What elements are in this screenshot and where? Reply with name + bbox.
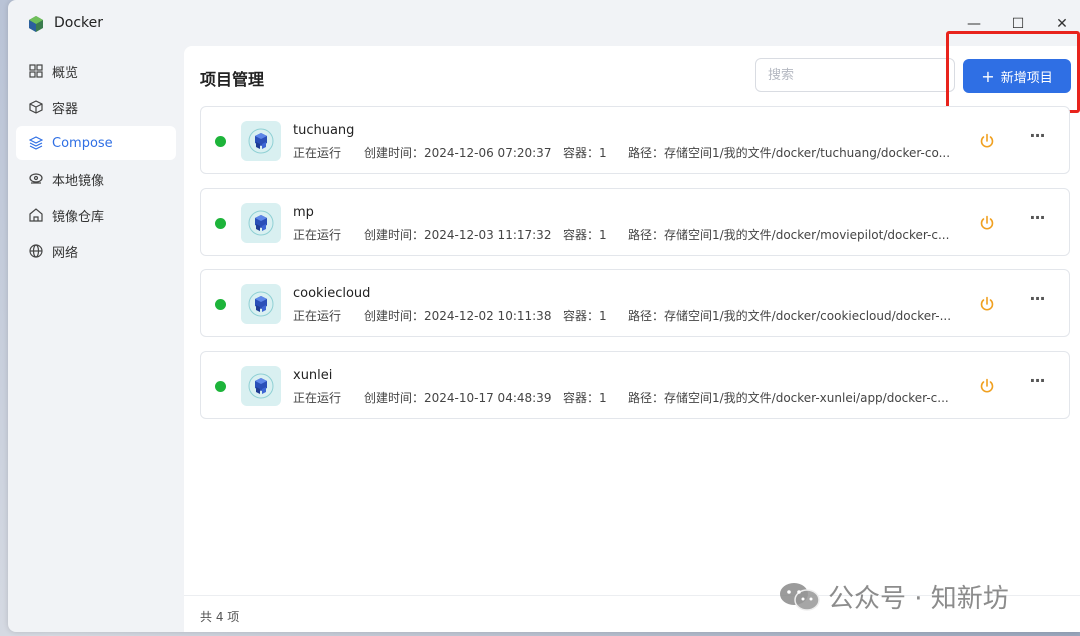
disk-icon: [28, 171, 44, 187]
project-card[interactable]: cookiecloud 正在运行 创建时间：2024-12-02 10:11:3…: [200, 269, 1070, 337]
main-panel: 项目管理 + 新增项目 tuchuang: [184, 31, 1080, 632]
sidebar-item-label: 容器: [52, 101, 79, 117]
sidebar-item-overview[interactable]: 概览: [16, 54, 176, 88]
title-bar: Docker — ☐ ✕: [8, 0, 1080, 46]
watermark-text: 公众号 · 知新坊: [828, 584, 1009, 614]
project-card[interactable]: tuchuang 正在运行 创建时间：2024-12-06 07:20:37 容…: [200, 106, 1070, 174]
running-status-dot: [215, 136, 226, 147]
more-options-icon[interactable]: ···: [1027, 372, 1047, 394]
power-icon[interactable]: [977, 213, 997, 233]
docker-app-icon: [26, 14, 46, 34]
compose-project-icon: [241, 202, 281, 243]
compose-project-icon: [241, 365, 281, 406]
project-container-count: 容器：1: [563, 309, 607, 323]
sidebar-item-label: Compose: [52, 135, 113, 151]
more-options-icon[interactable]: ···: [1027, 128, 1047, 149]
more-options-icon[interactable]: ···: [1027, 291, 1047, 312]
compose-project-icon: [241, 284, 281, 324]
project-card[interactable]: xunlei 正在运行 创建时间：2024-10-17 04:48:39 容器：…: [200, 350, 1070, 419]
grid-icon: [28, 63, 44, 79]
sidebar-item-local-images[interactable]: 本地镜像: [16, 162, 176, 196]
running-status-dot: [215, 299, 226, 310]
project-container-count: 容器：1: [563, 227, 607, 242]
power-icon[interactable]: [977, 131, 997, 151]
project-status: 正在运行: [293, 309, 342, 323]
wechat-icon: [778, 581, 822, 613]
maximize-button[interactable]: ☐: [1004, 12, 1032, 36]
minimize-button[interactable]: —: [960, 12, 988, 36]
power-icon[interactable]: [977, 294, 997, 314]
plus-icon: +: [981, 66, 995, 86]
cube-icon: [28, 99, 44, 115]
project-status: 正在运行: [293, 146, 342, 160]
project-created-time: 创建时间：2024-12-06 07:20:37: [364, 146, 552, 160]
project-name[interactable]: tuchuang: [293, 123, 354, 138]
sidebar-item-label: 网络: [52, 245, 79, 261]
search-input[interactable]: [755, 58, 955, 92]
running-status-dot: [215, 217, 226, 229]
project-list: tuchuang 正在运行 创建时间：2024-12-06 07:20:37 容…: [200, 106, 1070, 432]
project-name[interactable]: xunlei: [293, 368, 332, 383]
running-status-dot: [215, 380, 226, 392]
item-count: 共 4 项: [200, 610, 240, 624]
project-name[interactable]: mp: [293, 205, 314, 220]
sidebar-item-label: 概览: [52, 65, 79, 81]
globe-icon: [28, 243, 44, 259]
sidebar-item-network[interactable]: 网络: [16, 234, 176, 268]
layers-icon: [28, 135, 44, 151]
power-icon[interactable]: [977, 376, 997, 396]
add-project-button[interactable]: + 新增项目: [963, 59, 1071, 93]
project-created-time: 创建时间：2024-12-03 11:17:32: [364, 227, 552, 242]
project-container-count: 容器：1: [563, 390, 607, 405]
project-status: 正在运行: [293, 390, 342, 405]
project-path: 路径：存储空间1/我的文件/docker-xunlei/app/docker-c…: [628, 390, 949, 405]
add-project-label: 新增项目: [1000, 70, 1053, 86]
page-title: 项目管理: [200, 70, 265, 89]
house-icon: [28, 207, 44, 223]
sidebar-item-compose[interactable]: Compose: [16, 126, 176, 160]
sidebar-item-label: 镜像仓库: [52, 209, 105, 225]
sidebar-item-image-registry[interactable]: 镜像仓库: [16, 198, 176, 232]
compose-project-icon: [241, 121, 281, 161]
more-options-icon[interactable]: ···: [1027, 209, 1047, 231]
project-card[interactable]: mp 正在运行 创建时间：2024-12-03 11:17:32 容器：1 路径…: [200, 187, 1070, 256]
sidebar-item-containers[interactable]: 容器: [16, 90, 176, 124]
project-name[interactable]: cookiecloud: [293, 286, 370, 301]
project-created-time: 创建时间：2024-12-02 10:11:38: [364, 309, 552, 323]
project-path: 路径：存储空间1/我的文件/docker/tuchuang/docker-co.…: [628, 146, 951, 160]
project-path: 路径：存储空间1/我的文件/docker/cookiecloud/docker-…: [628, 309, 952, 323]
close-button[interactable]: ✕: [1048, 12, 1076, 36]
docker-window: Docker — ☐ ✕ 概览 容器 Compose 本地镜像 镜像仓库 网络 …: [8, 0, 1080, 632]
project-created-time: 创建时间：2024-10-17 04:48:39: [364, 390, 552, 405]
project-path: 路径：存储空间1/我的文件/docker/moviepilot/docker-c…: [628, 227, 950, 242]
sidebar: 概览 容器 Compose 本地镜像 镜像仓库 网络: [8, 52, 184, 270]
watermark: 公众号 · 知新坊: [778, 578, 1009, 615]
project-container-count: 容器：1: [563, 146, 607, 160]
sidebar-item-label: 本地镜像: [52, 173, 105, 189]
project-status: 正在运行: [293, 227, 342, 242]
app-title: Docker: [54, 15, 104, 31]
